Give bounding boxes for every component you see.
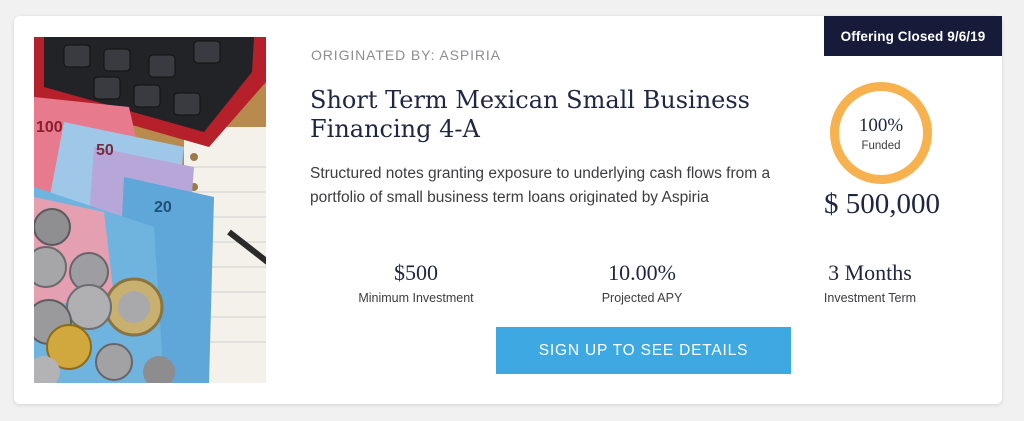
- offering-closed-badge: Offering Closed 9/6/19: [824, 16, 1002, 56]
- svg-text:20: 20: [154, 199, 172, 216]
- offering-description: Structured notes granting exposure to un…: [310, 165, 771, 206]
- offering-title[interactable]: Short Term Mexican Small Business Financ…: [310, 86, 790, 144]
- svg-text:100: 100: [36, 119, 63, 136]
- stat-label: Investment Term: [823, 291, 917, 305]
- svg-text:50: 50: [96, 142, 114, 159]
- stat-label: Projected APY: [601, 291, 683, 305]
- stat-label: Minimum Investment: [358, 291, 474, 305]
- funding-progress-ring: 100% Funded: [830, 82, 932, 184]
- funding-amount: $ 500,000: [824, 188, 940, 220]
- funding-percent: 100%: [858, 114, 904, 136]
- stat-value: 10.00%: [608, 260, 676, 285]
- stat-projected-apy: 10.00% Projected APY: [542, 259, 742, 305]
- stat-investment-term: 3 Months Investment Term: [770, 259, 970, 305]
- offering-photo: 50 20 100: [34, 37, 266, 383]
- stat-minimum-investment: $500 Minimum Investment: [316, 259, 516, 305]
- originator-label: ORIGINATED BY: ASPIRIA: [311, 47, 501, 63]
- funding-status: Funded: [861, 139, 901, 152]
- sign-up-button[interactable]: SIGN UP TO SEE DETAILS: [496, 327, 791, 374]
- stat-value: $500: [394, 260, 438, 285]
- stat-value: 3 Months: [828, 260, 912, 285]
